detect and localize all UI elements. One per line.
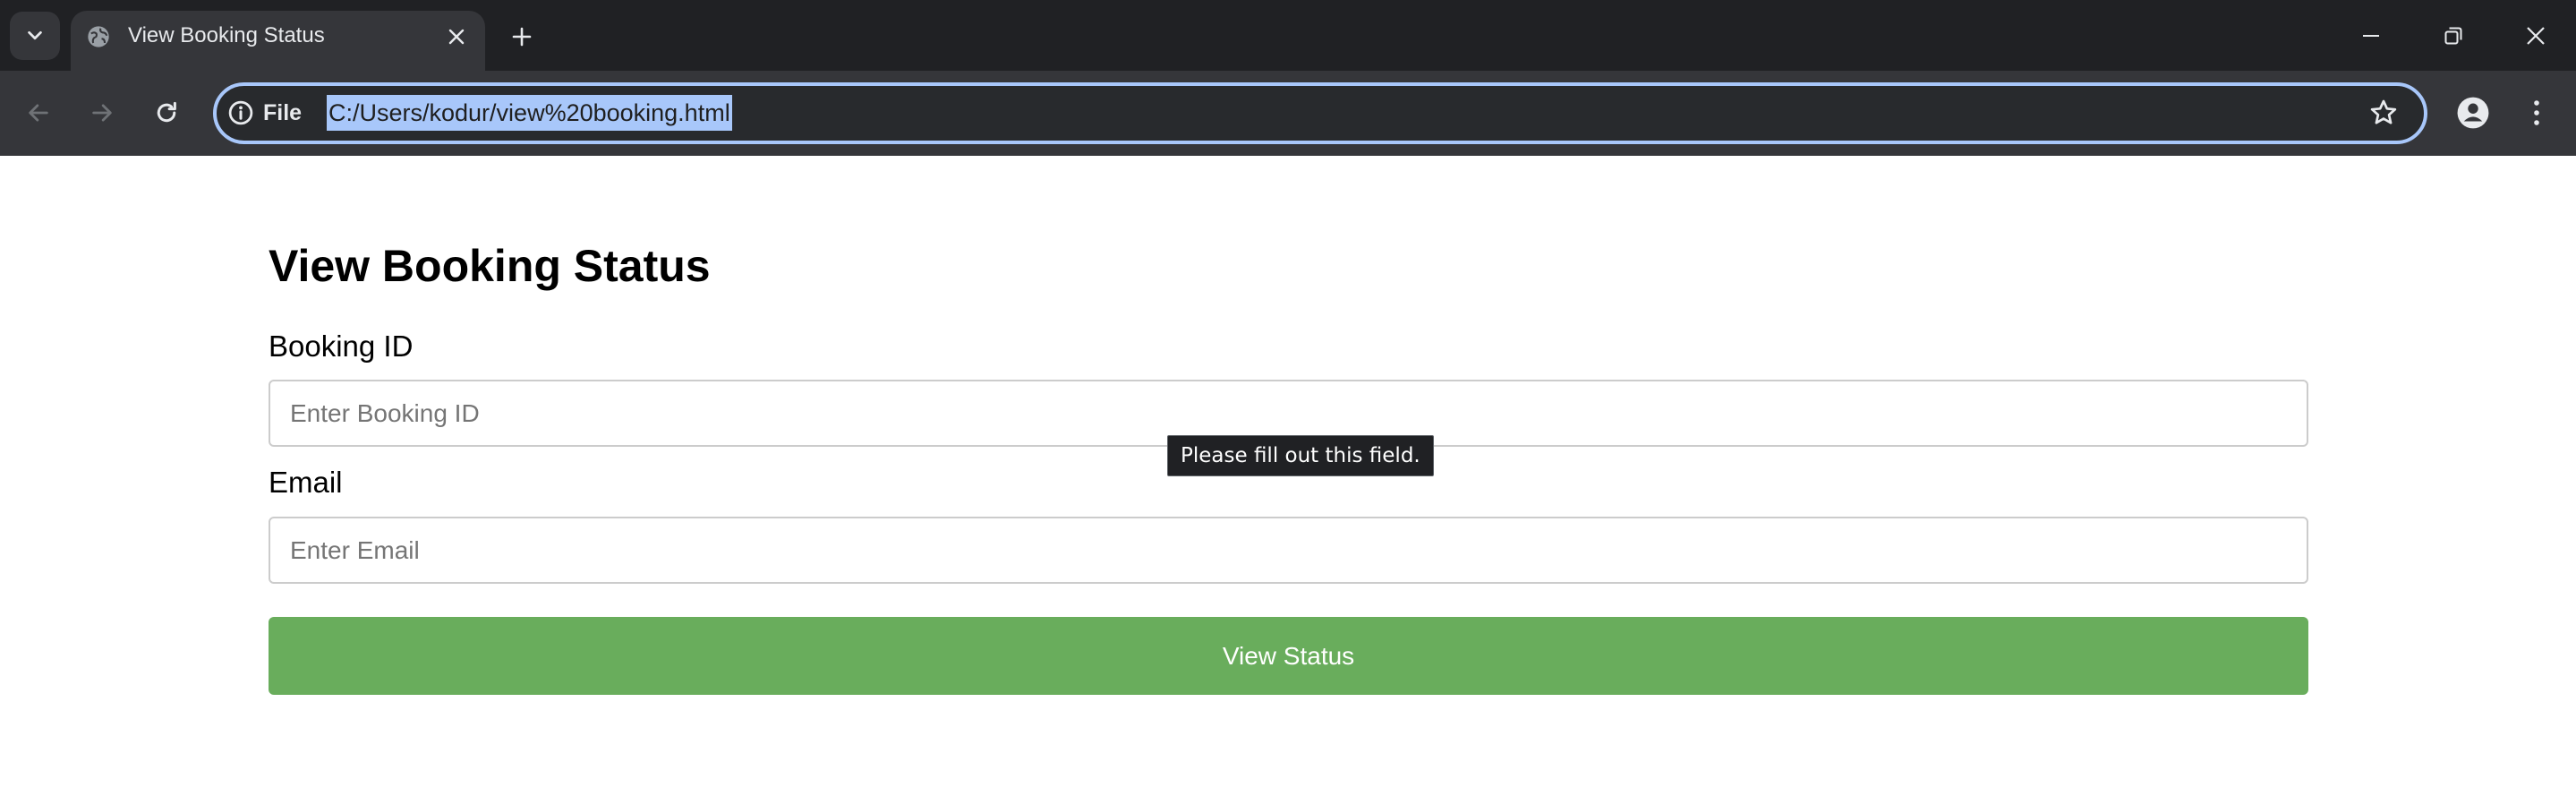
close-window-button[interactable] xyxy=(2518,18,2554,54)
tab-strip: View Booking Status xyxy=(0,0,2576,71)
view-status-button[interactable]: View Status xyxy=(269,617,2308,695)
site-info-label: File xyxy=(263,99,303,125)
forward-button[interactable] xyxy=(82,93,122,133)
email-input[interactable] xyxy=(269,517,2308,584)
new-tab-button[interactable] xyxy=(506,21,538,52)
arrow-left-icon xyxy=(29,104,48,122)
minimize-icon xyxy=(2363,35,2379,37)
url-text[interactable]: C:/Users/kodur/view%20booking.html xyxy=(327,95,732,131)
close-icon xyxy=(448,29,465,45)
close-icon xyxy=(2527,27,2545,45)
tab-search-button[interactable] xyxy=(10,12,60,60)
plus-icon xyxy=(512,27,532,47)
star-icon xyxy=(2370,99,2397,124)
tab-title: View Booking Status xyxy=(128,23,325,47)
restore-button[interactable] xyxy=(2435,18,2471,54)
page-title: View Booking Status xyxy=(269,241,711,291)
kebab-menu-icon xyxy=(2534,100,2539,125)
validation-tooltip: Please fill out this field. xyxy=(1167,435,1434,476)
profile-button[interactable] xyxy=(2453,93,2493,133)
tab-close-button[interactable] xyxy=(443,23,470,50)
minimize-button[interactable] xyxy=(2353,18,2389,54)
person-icon xyxy=(2457,97,2489,129)
chevron-down-icon xyxy=(28,30,42,40)
back-button[interactable] xyxy=(19,93,58,133)
restore-icon xyxy=(2444,27,2462,45)
bookmark-button[interactable] xyxy=(2365,94,2402,132)
arrow-right-icon xyxy=(92,104,112,122)
browser-menu-button[interactable] xyxy=(2519,93,2555,133)
booking-id-label: Booking ID xyxy=(269,330,414,363)
info-icon xyxy=(228,100,253,125)
reload-button[interactable] xyxy=(147,93,186,133)
email-label: Email xyxy=(269,466,343,499)
reload-icon xyxy=(157,101,176,123)
globe-icon xyxy=(86,24,111,49)
site-info-button[interactable]: File xyxy=(227,95,302,131)
